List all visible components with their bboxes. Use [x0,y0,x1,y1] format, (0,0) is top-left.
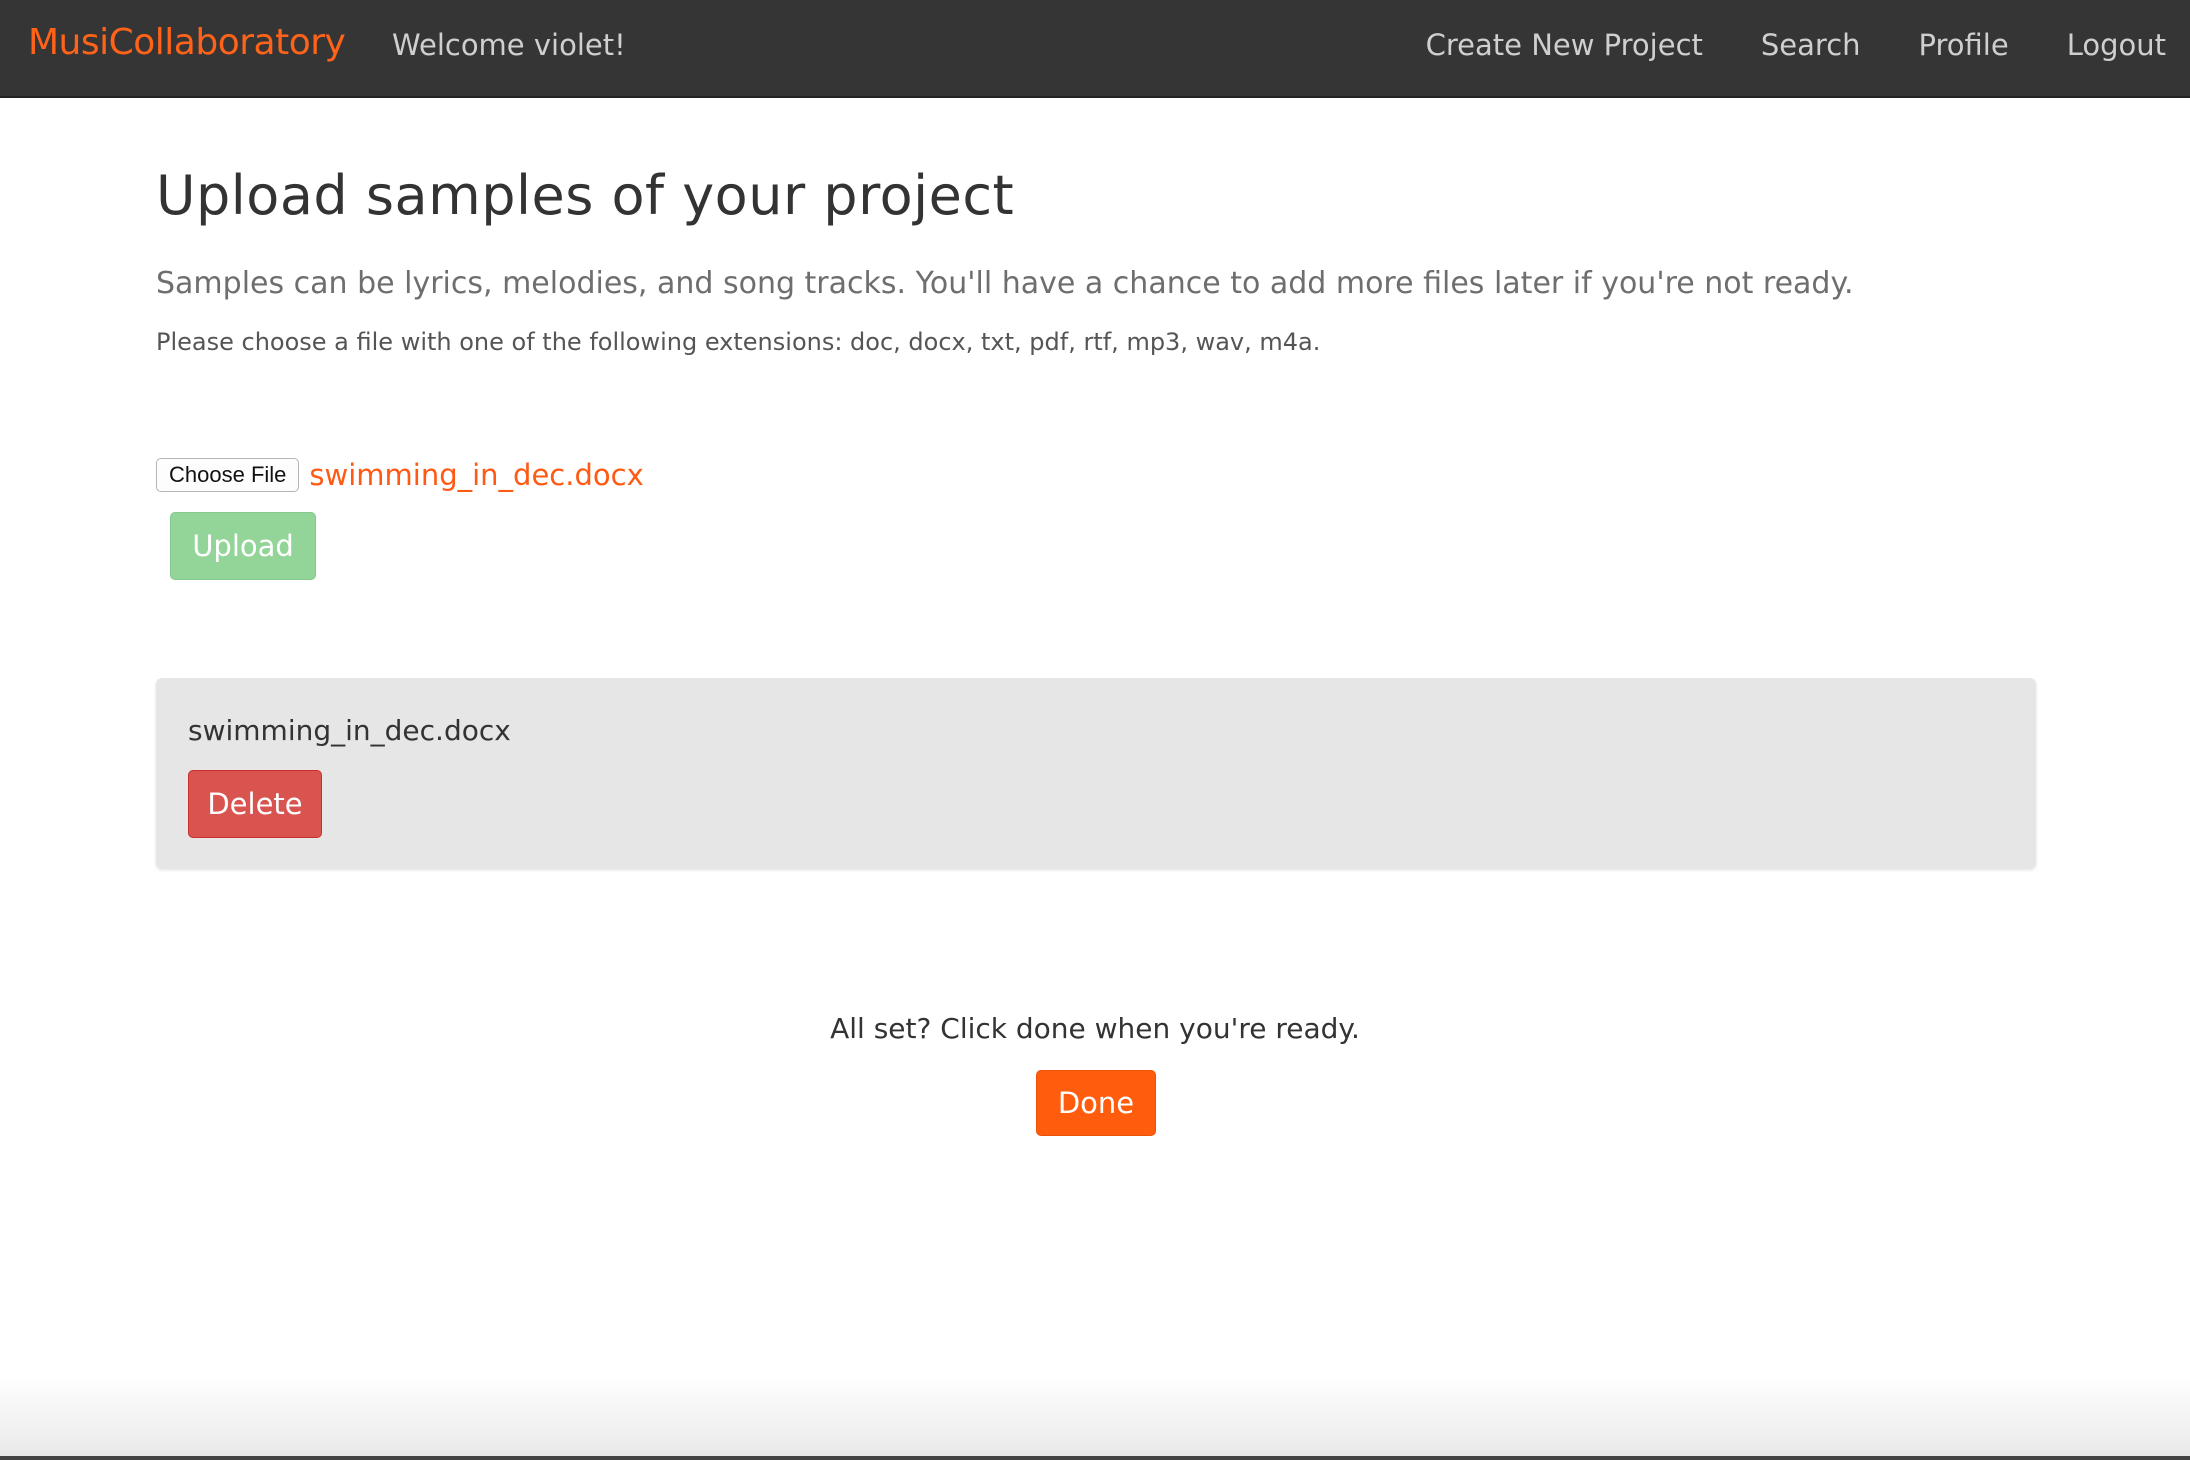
page: MusiCollaboratory Welcome violet! Create… [0,0,2190,1460]
uploaded-file-card: swimming_in_dec.docx Delete [156,678,2036,868]
nav-logout[interactable]: Logout [2067,28,2166,62]
nav-search[interactable]: Search [1761,28,1861,62]
nav-links: Create New Project Search Profile Logout [1368,28,2166,62]
page-description: Samples can be lyrics, melodies, and son… [156,266,1854,301]
done-button[interactable]: Done [1036,1070,1156,1136]
choose-file-button[interactable]: Choose File [156,458,300,492]
window-bottom-edge [0,1456,2190,1460]
selected-file-name: swimming_in_dec.docx [309,458,644,492]
page-title: Upload samples of your project [156,164,1015,227]
allowed-extensions-note: Please choose a file with one of the fol… [156,328,1321,356]
window-bottom-shadow [0,1376,2190,1460]
delete-file-button[interactable]: Delete [188,770,322,838]
brand-logo-link[interactable]: MusiCollaboratory [28,22,346,63]
welcome-message: Welcome violet! [392,28,626,62]
upload-button[interactable]: Upload [170,512,316,580]
ready-prompt: All set? Click done when you're ready. [830,1012,1360,1045]
nav-profile[interactable]: Profile [1919,28,2009,62]
nav-create-new-project[interactable]: Create New Project [1426,28,1703,62]
uploaded-file-name: swimming_in_dec.docx [188,714,511,747]
file-input-row: Choose File swimming_in_dec.docx [156,458,644,492]
top-navbar: MusiCollaboratory Welcome violet! Create… [0,0,2190,98]
